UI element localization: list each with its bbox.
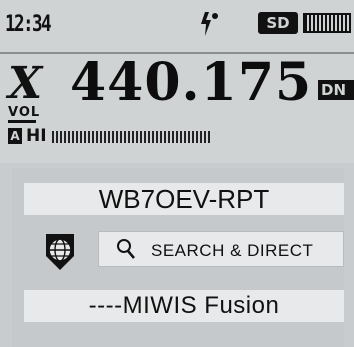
channel-marker: A (8, 128, 22, 144)
search-direct-label: SEARCH & DIRECT (151, 241, 314, 260)
room-name[interactable]: ----MIWIS Fusion (24, 290, 344, 322)
sd-card-icon: SD (258, 12, 298, 34)
search-icon (117, 239, 135, 259)
search-direct-button[interactable]: SEARCH & DIRECT (98, 231, 344, 267)
vol-label: VOL (8, 105, 41, 120)
lcd-display: 12:34 SD X 440.175 DN VOL A HI (0, 0, 354, 163)
node-callsign[interactable]: WB7OEV-RPT (24, 183, 344, 215)
frequency-readout: 440.175 (70, 52, 313, 113)
battery-icon (303, 13, 351, 33)
mode-badge: DN (318, 80, 354, 100)
signal-meter (52, 131, 210, 143)
volume-bar (8, 120, 36, 123)
gps-icon (201, 12, 218, 36)
clock: 12:34 (5, 12, 52, 37)
globe-icon[interactable] (40, 226, 80, 272)
band-indicator: X (8, 58, 43, 109)
power-level: HI (26, 126, 47, 146)
